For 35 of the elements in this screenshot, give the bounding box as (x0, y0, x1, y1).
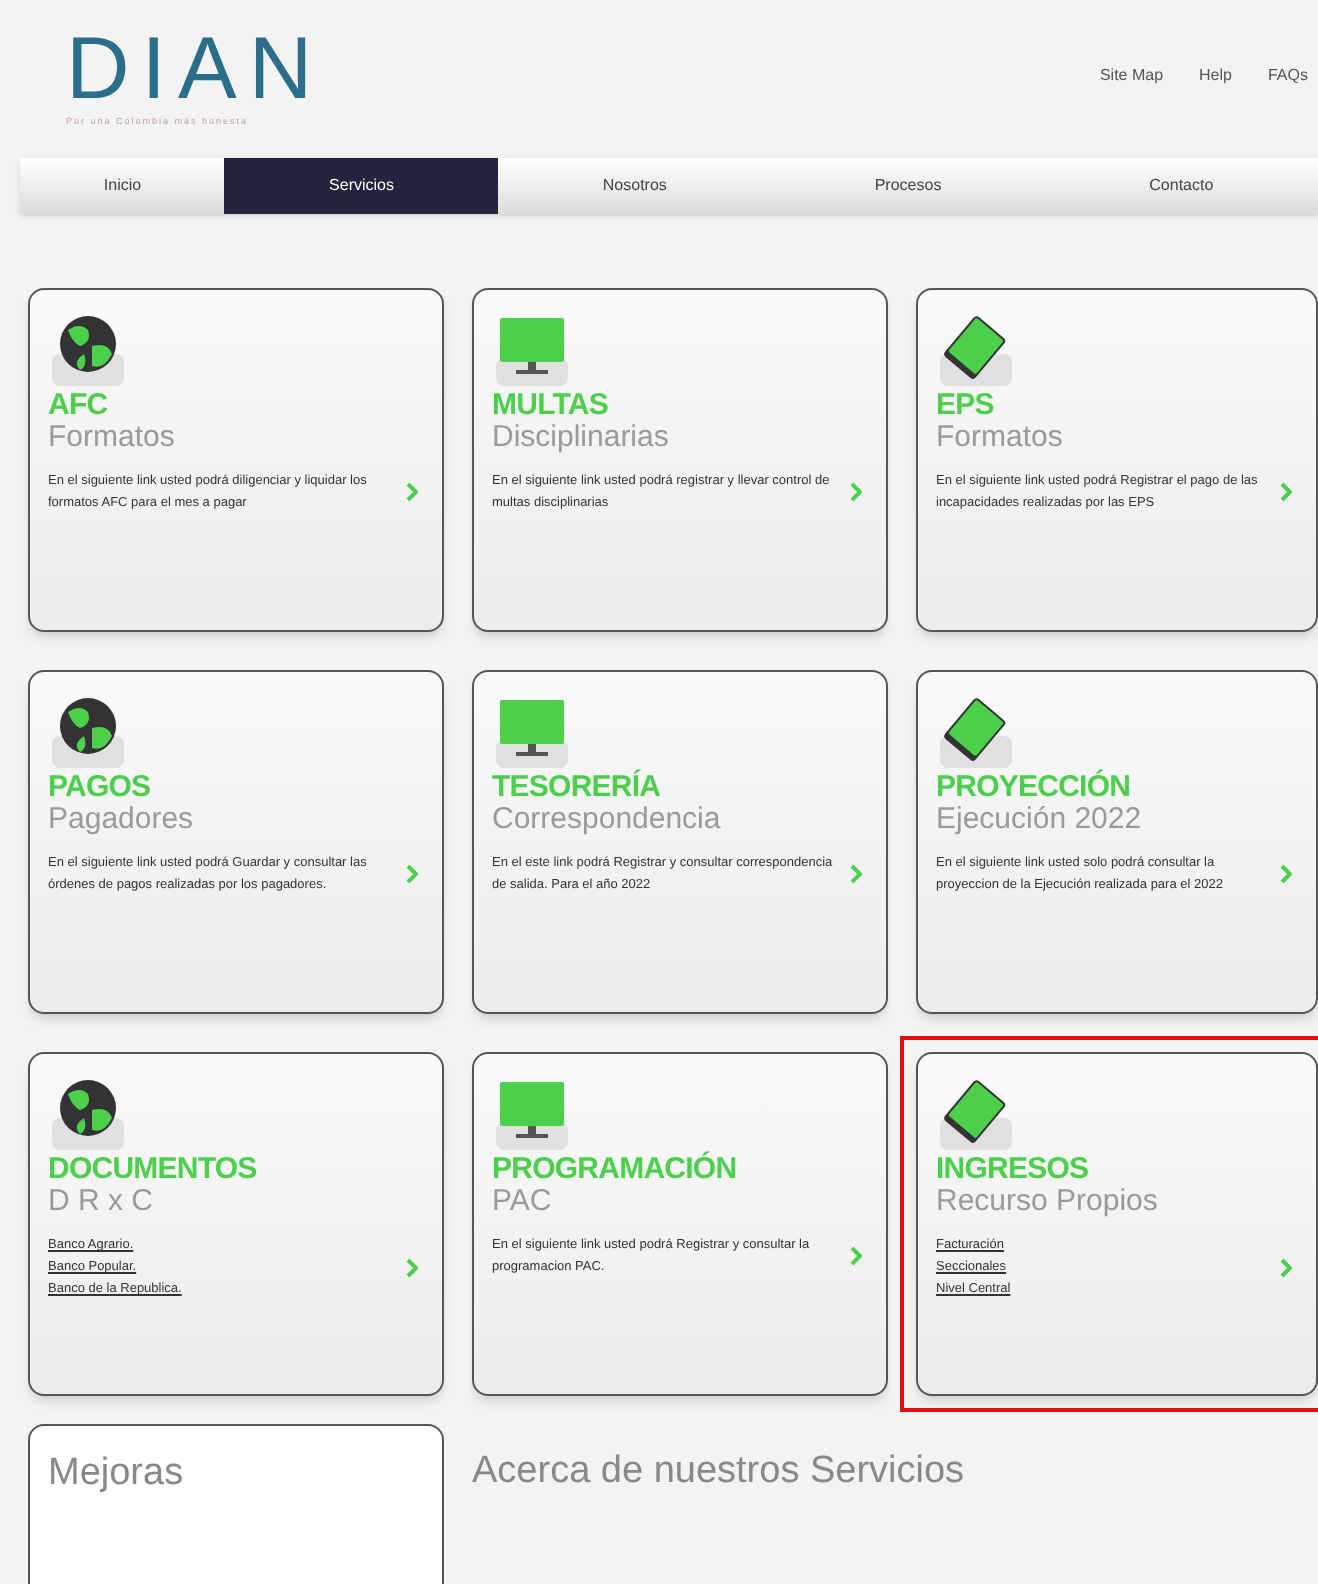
card-subtitle: PAC (492, 1184, 554, 1218)
card-heading: Mejoras (48, 1452, 184, 1494)
chevron-icon[interactable] (1280, 864, 1292, 884)
chevron-icon[interactable] (850, 482, 862, 502)
globe-icon (48, 692, 128, 772)
dian-logo[interactable]: DIAN (66, 24, 325, 116)
nav-tab[interactable]: Contacto (1044, 157, 1318, 214)
phone-icon (936, 1074, 1016, 1154)
chevron-icon[interactable] (406, 864, 418, 884)
header-link[interactable]: Site Map (1099, 64, 1164, 88)
section-heading: Acerca de nuestros Servicios (472, 1448, 965, 1496)
card-subtitle: Correspondencia (492, 802, 723, 836)
chevron-icon[interactable] (1280, 482, 1292, 502)
card-subtitle: Formatos (936, 420, 1065, 454)
nav-tab[interactable]: Procesos (771, 157, 1045, 214)
header-link[interactable]: FAQs (1267, 64, 1308, 88)
chevron-icon[interactable] (850, 864, 862, 884)
chevron-icon[interactable] (850, 1246, 862, 1266)
nav-tab[interactable]: Inicio (20, 157, 225, 214)
header-link[interactable]: Help (1199, 64, 1232, 88)
card-subtitle: Ejecución 2022 (936, 802, 1144, 836)
globe-icon (48, 310, 128, 390)
card-subtitle: Pagadores (48, 802, 196, 836)
chevron-icon[interactable] (1280, 1257, 1292, 1277)
phone-icon (936, 310, 1016, 390)
globe-icon (48, 1074, 128, 1154)
card-subtitle: Disciplinarias (492, 420, 671, 454)
chevron-icon[interactable] (406, 1257, 418, 1277)
chevron-icon[interactable] (406, 482, 418, 502)
card-subtitle: Recurso Propios (936, 1184, 1160, 1218)
card-subtitle: Formatos (48, 420, 177, 454)
nav-tab[interactable]: Servicios (224, 157, 499, 214)
phone-icon (936, 692, 1016, 772)
card-subtitle: D R x C (48, 1184, 155, 1218)
nav-tab[interactable]: Nosotros (498, 157, 772, 214)
